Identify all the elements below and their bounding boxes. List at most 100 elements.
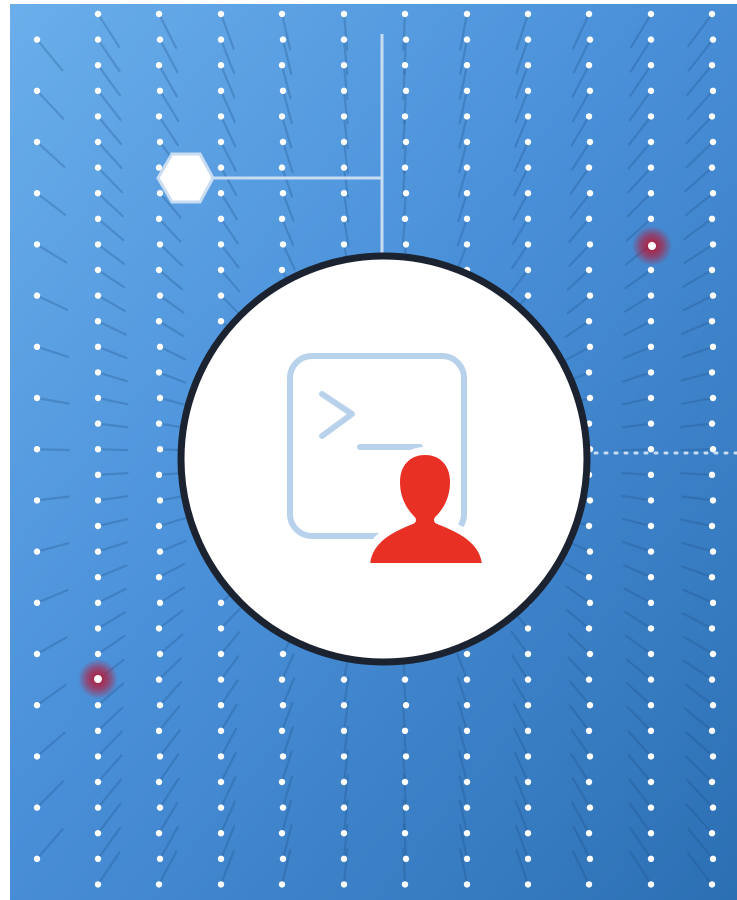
grid-dot bbox=[647, 446, 655, 453]
grid-dot bbox=[647, 548, 655, 555]
grid-dot bbox=[279, 36, 287, 43]
grid-dot bbox=[279, 87, 287, 95]
grid-dot bbox=[94, 778, 102, 786]
grid-dot bbox=[217, 727, 225, 734]
grid-dot bbox=[709, 446, 717, 453]
grid-dot bbox=[278, 113, 286, 120]
illustration-svg bbox=[10, 4, 737, 900]
grid-dot bbox=[156, 394, 164, 402]
grid-dot bbox=[463, 650, 471, 658]
grid-dot bbox=[709, 394, 717, 402]
grid-dot bbox=[340, 830, 348, 837]
grid-dot bbox=[278, 727, 286, 734]
grid-dot bbox=[586, 804, 594, 811]
grid-dot bbox=[463, 215, 471, 222]
grid-dot bbox=[33, 36, 41, 43]
grid-dot bbox=[647, 164, 655, 171]
grid-dot bbox=[402, 753, 410, 760]
grid-dot bbox=[709, 599, 717, 606]
grid-dot bbox=[463, 855, 471, 862]
grid-dot bbox=[463, 830, 471, 837]
grid-dot bbox=[155, 727, 163, 734]
grid-dot bbox=[155, 62, 163, 69]
grid-dot bbox=[524, 241, 532, 248]
grid-dot bbox=[586, 650, 594, 658]
grid-dot bbox=[585, 625, 593, 632]
grid-dot bbox=[33, 548, 41, 555]
grid-dot bbox=[217, 625, 225, 632]
grid-dot bbox=[585, 318, 593, 325]
grid-dot bbox=[278, 881, 286, 888]
grid-dot bbox=[708, 318, 716, 325]
grid-dot bbox=[647, 113, 655, 120]
alert-node-bottom-left bbox=[78, 659, 118, 699]
grid-dot bbox=[94, 574, 102, 581]
grid-dot bbox=[585, 10, 593, 18]
grid-dot bbox=[217, 676, 225, 683]
grid-dot bbox=[586, 855, 594, 862]
grid-dot bbox=[340, 753, 348, 760]
grid-dot bbox=[217, 36, 225, 43]
dot-streak bbox=[679, 472, 714, 476]
grid-dot bbox=[217, 599, 225, 606]
grid-dot bbox=[94, 266, 102, 274]
grid-dot bbox=[340, 241, 348, 248]
grid-dot bbox=[94, 881, 102, 888]
grid-dot bbox=[94, 369, 102, 376]
grid-dot bbox=[524, 881, 532, 888]
grid-dot bbox=[401, 10, 409, 18]
grid-dot bbox=[647, 855, 655, 862]
grid-dot bbox=[709, 497, 717, 504]
grid-dot bbox=[94, 420, 102, 427]
grid-dot bbox=[647, 215, 655, 222]
grid-dot bbox=[463, 778, 471, 786]
grid-dot bbox=[155, 881, 163, 888]
grid-dot bbox=[156, 292, 164, 299]
grid-dot bbox=[94, 113, 102, 120]
grid-dot bbox=[340, 727, 348, 734]
grid-dot bbox=[278, 215, 286, 222]
grid-dot bbox=[155, 369, 163, 376]
grid-dot bbox=[647, 62, 655, 69]
grid-dot bbox=[401, 215, 409, 222]
grid-dot bbox=[155, 471, 163, 478]
grid-dot bbox=[217, 292, 225, 299]
grid-dot bbox=[94, 36, 102, 43]
grid-dot bbox=[708, 10, 716, 18]
grid-dot bbox=[708, 830, 716, 837]
grid-dot bbox=[524, 10, 532, 18]
grid-dot bbox=[524, 266, 532, 274]
grid-dot bbox=[217, 266, 225, 274]
grid-dot bbox=[647, 778, 655, 786]
grid-dot bbox=[585, 727, 593, 734]
grid-dot bbox=[279, 650, 287, 658]
grid-dot bbox=[94, 318, 102, 325]
grid-dot bbox=[217, 881, 225, 888]
grid-dot bbox=[708, 625, 716, 632]
alert-dot bbox=[648, 242, 656, 250]
grid-dot bbox=[647, 574, 655, 581]
central-circle bbox=[177, 252, 591, 666]
grid-dot bbox=[33, 650, 41, 658]
grid-dot bbox=[155, 676, 163, 683]
grid-dot bbox=[524, 190, 532, 197]
grid-dot bbox=[401, 164, 409, 171]
grid-dot bbox=[647, 138, 655, 146]
grid-dot bbox=[156, 497, 164, 504]
grid-dot bbox=[155, 420, 163, 427]
grid-dot bbox=[585, 369, 593, 376]
grid-dot bbox=[709, 753, 717, 760]
grid-dot bbox=[647, 343, 655, 350]
grid-dot bbox=[94, 855, 102, 862]
grid-dot bbox=[156, 548, 164, 555]
grid-dot bbox=[156, 36, 164, 43]
grid-dot bbox=[156, 599, 164, 606]
grid-dot bbox=[217, 318, 225, 325]
grid-dot bbox=[585, 574, 593, 581]
grid-dot bbox=[709, 650, 717, 658]
grid-dot bbox=[156, 855, 164, 862]
grid-dot bbox=[586, 87, 594, 95]
illustration-canvas bbox=[10, 4, 737, 900]
grid-dot bbox=[401, 676, 409, 683]
grid-dot bbox=[94, 394, 102, 402]
